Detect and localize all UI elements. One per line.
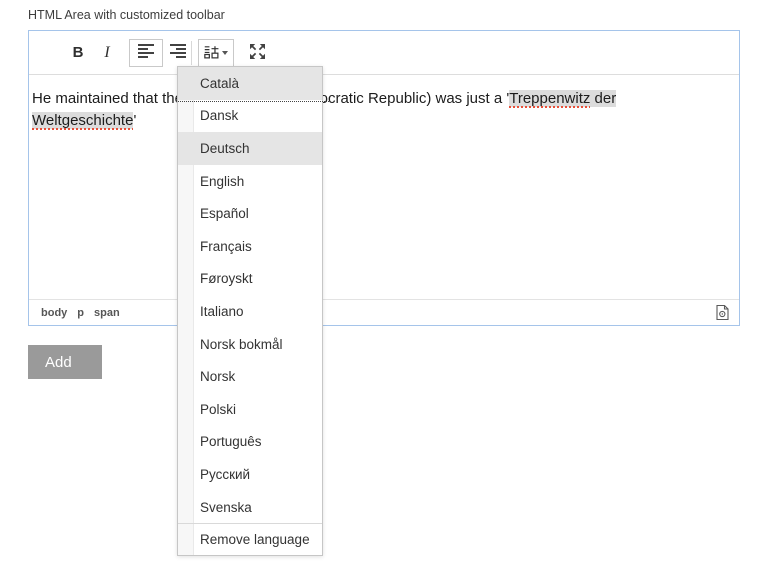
text-run: Weltgeschichte [32,112,134,129]
resize-handle-icon[interactable] [714,304,731,321]
menu-item[interactable]: Español [178,197,322,230]
menu-item-label: Português [200,434,262,450]
menu-item-label: Català [200,75,240,91]
menu-item[interactable]: Deutsch [178,132,322,165]
align-left-icon [137,44,155,61]
menu-item[interactable]: Svenska [178,491,322,524]
menu-item[interactable]: Italiano [178,295,322,328]
menu-item[interactable]: Português [178,426,322,459]
italic-button[interactable]: I [93,39,121,67]
menu-item-label: Español [200,206,249,222]
menu-item[interactable]: Norsk bokmål [178,328,322,361]
editor-toolbar: B I [29,31,739,75]
fullscreen-button[interactable] [242,39,272,67]
menu-item-label: Italiano [200,303,244,319]
chevron-down-icon [222,50,228,55]
path-segment-p[interactable]: p [77,307,84,319]
align-right-button[interactable] [167,39,187,67]
align-left-button[interactable] [129,38,163,67]
text-run: der [590,90,617,107]
menu-item-label: Norsk bokmål [200,336,283,352]
menu-item[interactable]: Norsk [178,360,322,393]
path-segment-span[interactable]: span [94,307,120,319]
fullscreen-icon [249,43,266,63]
menu-item-label: Français [200,238,252,254]
html-area-editor: B I He maintained that the Democratic Re… [28,30,740,326]
language-menu-list: Català Dansk Deutsch English Español Fra… [178,67,322,523]
menu-item[interactable]: English [178,165,322,198]
menu-item-label: Deutsch [200,140,250,156]
menu-item[interactable]: Русский [178,458,322,491]
element-path: body p span [41,307,120,319]
menu-item[interactable]: Français [178,230,322,263]
add-button[interactable]: Add [28,345,102,379]
menu-item-label: Svenska [200,499,252,515]
bold-button[interactable]: B [63,39,93,67]
menu-item-label: Dansk [200,108,239,124]
menu-item[interactable]: Dansk [178,100,322,133]
text-run: ' [133,112,137,129]
toolbar-separator [191,40,192,65]
menu-item-label: Føroyskt [200,271,253,287]
menu-item[interactable]: Polski [178,393,322,426]
menu-item[interactable]: Català [178,67,322,100]
path-segment-body[interactable]: body [41,307,67,319]
text-run: Treppenwitz [509,90,591,107]
editor-statusbar: body p span [29,299,739,325]
menu-item-remove-language[interactable]: Remove language [178,524,322,555]
menu-item-label: Русский [200,466,251,482]
paragraph: He maintained that the GDR (German Democ… [32,88,724,132]
language-icon [204,44,219,62]
menu-item[interactable]: Føroyskt [178,263,322,296]
menu-item-label: Remove language [200,532,310,548]
editor-content[interactable]: He maintained that the GDR (German Democ… [29,75,732,132]
menu-item-label: English [200,173,245,189]
align-right-icon [169,44,186,61]
menu-item-label: Polski [200,401,237,417]
menu-item-label: Norsk [200,369,236,385]
language-dropdown-button[interactable] [198,38,234,67]
language-menu: Català Dansk Deutsch English Español Fra… [177,66,323,557]
field-label: HTML Area with customized toolbar [28,8,225,22]
